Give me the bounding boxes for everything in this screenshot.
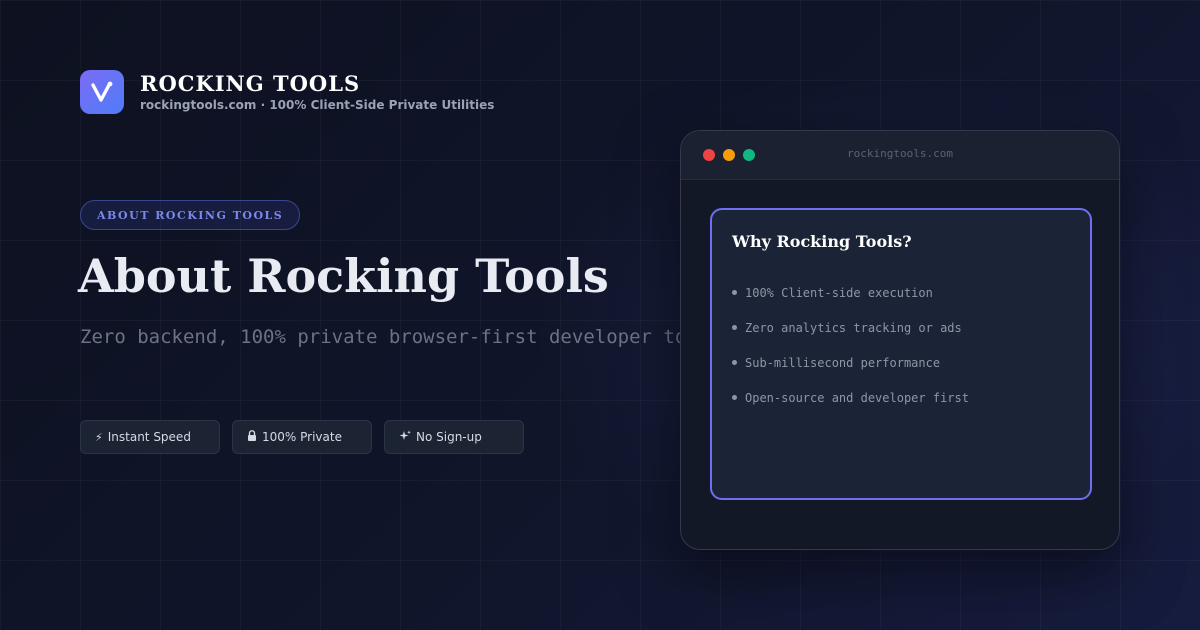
window-titlebar: rockingtools.com bbox=[681, 131, 1119, 180]
lock-icon bbox=[247, 430, 257, 444]
list-item: Sub-millisecond performance bbox=[732, 345, 1070, 380]
page-subtitle: Zero backend, 100% private browser-first… bbox=[80, 326, 733, 348]
list-item: 100% Client-side execution bbox=[732, 275, 1070, 310]
brand-text: ROCKING TOOLS rockingtools.com · 100% Cl… bbox=[140, 71, 495, 113]
lightning-icon: ⚡ bbox=[95, 430, 103, 444]
badge-label: 100% Private bbox=[262, 430, 342, 444]
list-item-text: Open-source and developer first bbox=[745, 390, 969, 405]
bullet-icon bbox=[732, 290, 737, 295]
address-bar-url: rockingtools.com bbox=[847, 147, 953, 160]
list-item-text: 100% Client-side execution bbox=[745, 285, 933, 300]
brand-name: ROCKING TOOLS bbox=[140, 71, 361, 96]
list-item: Open-source and developer first bbox=[732, 380, 1070, 415]
badge-label: Instant Speed bbox=[107, 430, 191, 444]
list-item-text: Zero analytics tracking or ads bbox=[745, 320, 962, 335]
browser-window-mockup: rockingtools.com Why Rocking Tools? 100%… bbox=[680, 130, 1120, 550]
page-title: About Rocking Tools bbox=[78, 249, 609, 303]
badge-no-signup: No Sign-up bbox=[384, 420, 524, 454]
brand-header: ROCKING TOOLS rockingtools.com · 100% Cl… bbox=[80, 70, 494, 114]
sparkles-icon bbox=[399, 430, 411, 445]
brand-tagline: rockingtools.com · 100% Client-Side Priv… bbox=[140, 98, 495, 112]
badge-label: No Sign-up bbox=[416, 430, 482, 444]
why-card: Why Rocking Tools? 100% Client-side exec… bbox=[710, 208, 1092, 500]
rocking-tools-logo-icon bbox=[80, 70, 124, 114]
section-pill: ABOUT ROCKING TOOLS bbox=[80, 200, 301, 230]
bullet-icon bbox=[732, 395, 737, 400]
feature-badges: ⚡ Instant Speed 100% Private No Sign-up bbox=[80, 420, 524, 454]
card-title: Why Rocking Tools? bbox=[732, 232, 912, 251]
bullet-icon bbox=[732, 360, 737, 365]
list-item: Zero analytics tracking or ads bbox=[732, 310, 1070, 345]
list-item-text: Sub-millisecond performance bbox=[745, 355, 941, 370]
badge-instant-speed: ⚡ Instant Speed bbox=[80, 420, 220, 454]
badge-private: 100% Private bbox=[232, 420, 372, 454]
bullet-icon bbox=[732, 325, 737, 330]
